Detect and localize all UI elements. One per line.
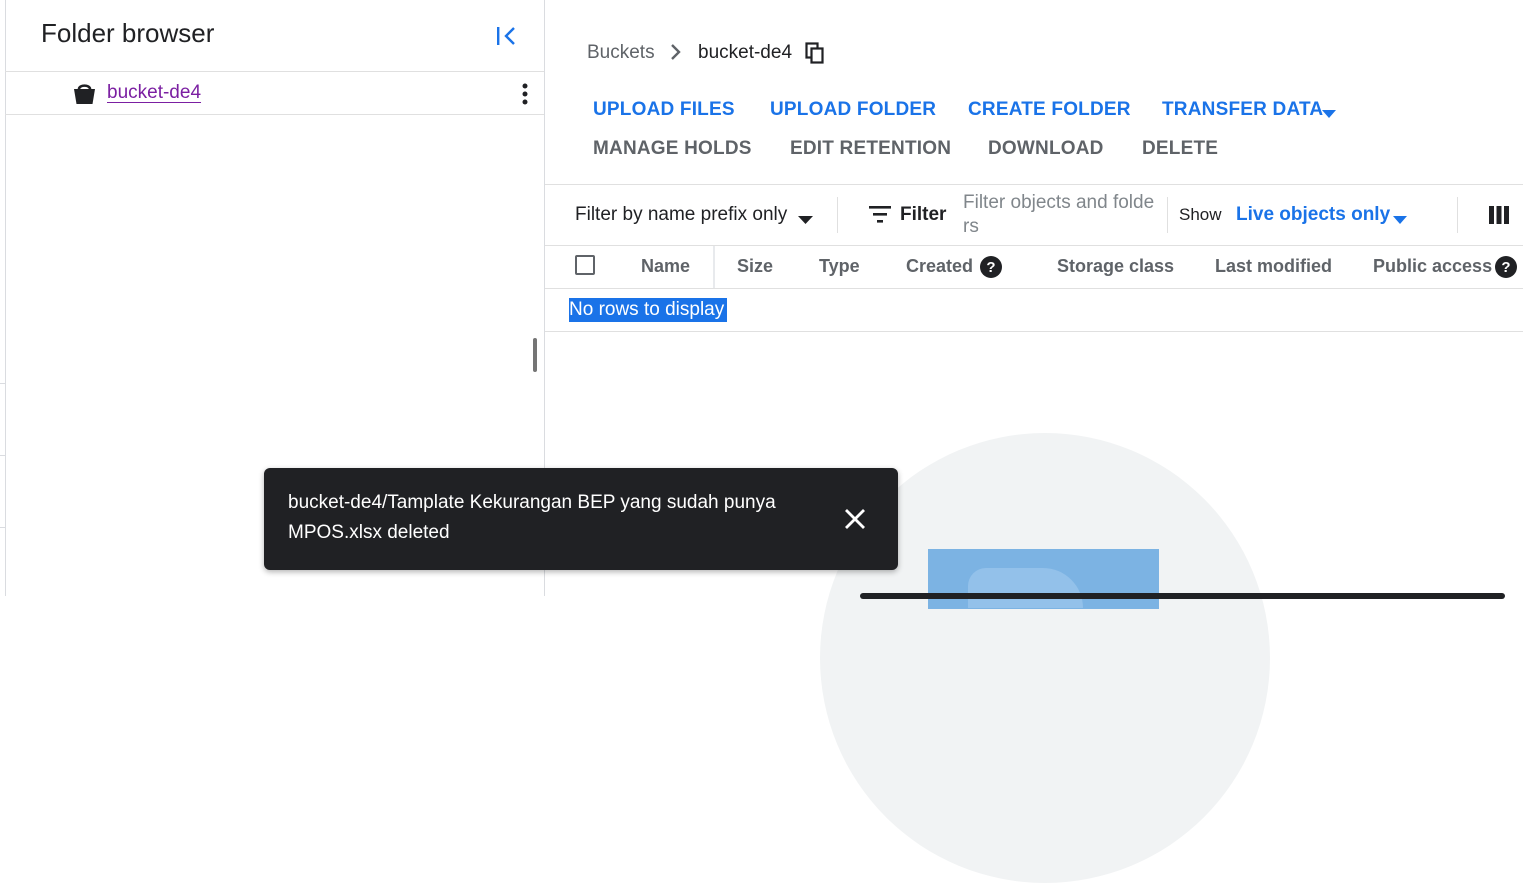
bucket-icon: [73, 83, 96, 104]
more-options-icon[interactable]: [518, 82, 532, 106]
filter-mode-select[interactable]: Filter by name prefix only: [575, 204, 787, 226]
edge-tick: [0, 527, 5, 528]
divider: [545, 184, 1523, 185]
column-display-icon[interactable]: [1489, 205, 1509, 225]
filter-label[interactable]: Filter: [900, 204, 946, 226]
edit-retention-button[interactable]: EDIT RETENTION: [790, 138, 951, 160]
dropdown-caret-icon[interactable]: [798, 211, 813, 224]
divider: [1457, 197, 1458, 233]
select-all-checkbox[interactable]: [575, 255, 595, 275]
manage-holds-button[interactable]: MANAGE HOLDS: [593, 138, 752, 160]
svg-text:?: ?: [1501, 259, 1510, 276]
show-objects-select[interactable]: Live objects only: [1236, 204, 1390, 226]
upload-folder-button[interactable]: UPLOAD FOLDER: [770, 99, 936, 121]
copy-icon[interactable]: [805, 42, 825, 64]
illustration-bar: [860, 593, 1505, 599]
filter-icon[interactable]: [869, 206, 891, 223]
breadcrumb-buckets[interactable]: Buckets: [587, 42, 655, 64]
show-label: Show: [1179, 205, 1222, 224]
bucket-tree-item[interactable]: bucket-de4: [107, 82, 201, 104]
column-header-type[interactable]: Type: [819, 256, 860, 277]
column-header-last-modified[interactable]: Last modified: [1215, 256, 1332, 277]
column-header-name[interactable]: Name: [641, 256, 690, 277]
delete-button[interactable]: DELETE: [1142, 138, 1218, 160]
divider: [545, 288, 1523, 289]
upload-files-button[interactable]: UPLOAD FILES: [593, 99, 735, 121]
download-button[interactable]: DOWNLOAD: [988, 138, 1104, 160]
divider: [5, 71, 544, 72]
column-header-public-access[interactable]: Public access: [1373, 256, 1492, 277]
empty-table-message: No rows to display: [569, 298, 728, 322]
snackbar-message: bucket-de4/Tamplate Kekurangan BEP yang …: [288, 492, 776, 543]
help-icon[interactable]: ?: [980, 256, 1002, 278]
breadcrumb-current: bucket-de4: [698, 42, 793, 63]
snackbar: bucket-de4/Tamplate Kekurangan BEP yang …: [264, 468, 898, 570]
close-icon[interactable]: [844, 508, 866, 530]
dropdown-caret-icon[interactable]: [1393, 211, 1407, 224]
chevron-right-icon: [668, 43, 684, 61]
collapse-panel-icon[interactable]: [494, 24, 518, 48]
divider: [545, 331, 1523, 332]
column-resize-handle[interactable]: [713, 246, 715, 288]
divider: [837, 197, 838, 233]
help-icon[interactable]: ?: [1495, 256, 1517, 278]
filter-input[interactable]: Filter objects and folders: [963, 191, 1159, 239]
divider: [545, 245, 1523, 246]
divider: [1167, 197, 1168, 233]
panel-resize-handle[interactable]: [533, 338, 537, 372]
edge-tick: [0, 455, 5, 456]
edge-tick: [0, 383, 5, 384]
folder-browser-title: Folder browser: [41, 18, 215, 48]
divider: [5, 114, 544, 115]
dropdown-caret-icon[interactable]: [1322, 105, 1336, 118]
svg-text:?: ?: [986, 259, 995, 276]
column-header-created[interactable]: Created: [906, 256, 973, 277]
panel-edge-divider: [5, 0, 6, 596]
create-folder-button[interactable]: CREATE FOLDER: [968, 99, 1131, 121]
column-header-size[interactable]: Size: [737, 256, 773, 277]
column-header-storage-class[interactable]: Storage class: [1057, 256, 1174, 277]
transfer-data-button[interactable]: TRANSFER DATA: [1162, 99, 1323, 121]
